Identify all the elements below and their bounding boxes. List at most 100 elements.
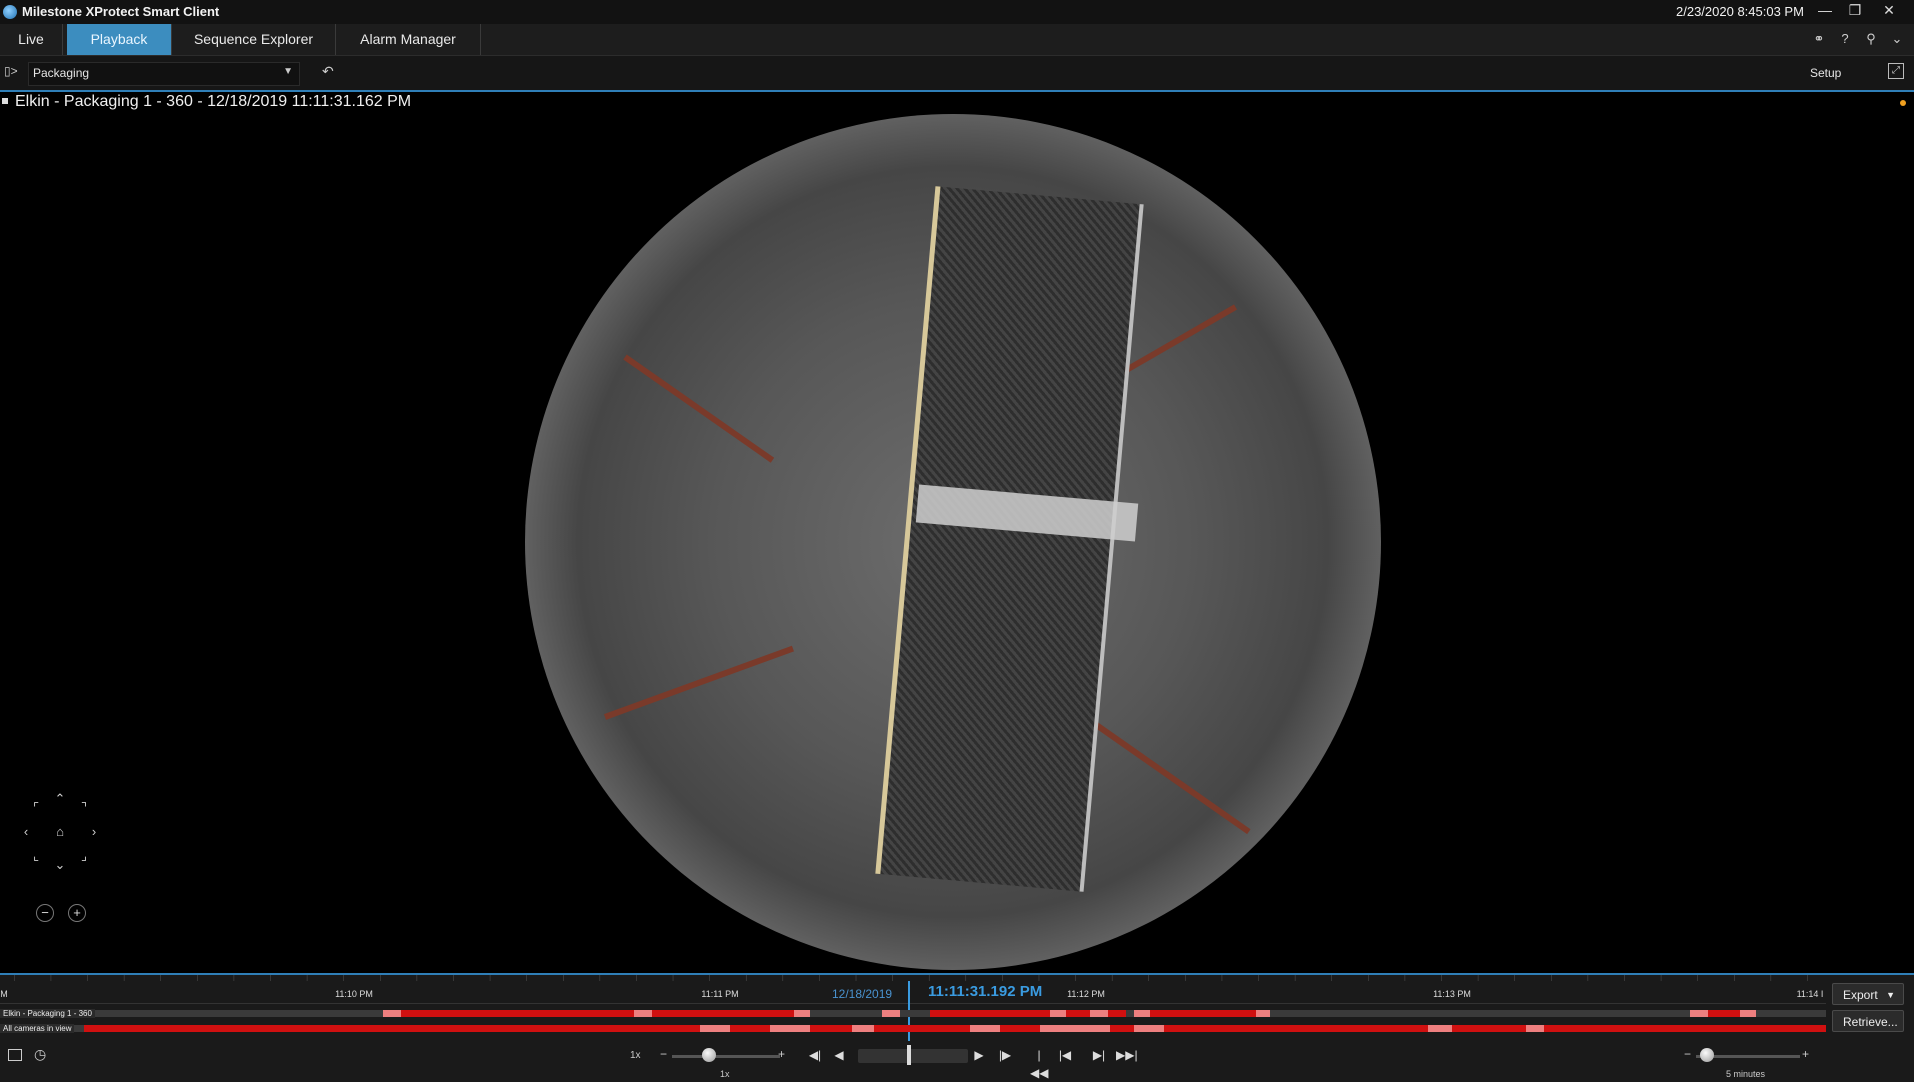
first-sequence-icon[interactable]: |◀◀: [1030, 1046, 1048, 1080]
next-frame-icon[interactable]: |▶: [996, 1046, 1014, 1064]
tab-sequence-explorer[interactable]: Sequence Explorer: [172, 24, 336, 55]
recording-segment: [383, 1010, 401, 1017]
speed-label: 1x: [630, 1050, 641, 1061]
timespan-minus-icon[interactable]: −: [1684, 1047, 1691, 1061]
export-label: Export: [1843, 988, 1878, 1002]
rack-beam: [1083, 714, 1251, 835]
play-icon[interactable]: ▶: [970, 1046, 988, 1064]
app-title: Milestone XProtect Smart Client: [22, 4, 220, 19]
up-right-icon[interactable]: ⌝: [76, 800, 92, 816]
up-icon[interactable]: ⌃: [52, 791, 68, 807]
app-logo-icon: [3, 5, 17, 19]
tick-label: 11:12 PM: [1067, 989, 1105, 999]
close-button[interactable]: ✕: [1872, 0, 1906, 22]
track-all-cameras[interactable]: All cameras in view: [0, 1024, 1826, 1033]
track-label: All cameras in view: [0, 1024, 75, 1033]
motion-segment: [1708, 1010, 1740, 1017]
camera-indicator-icon: [2, 98, 8, 104]
recording-segment: [634, 1010, 652, 1017]
motion-segment: [84, 1025, 1826, 1032]
restore-button[interactable]: ❐: [1838, 0, 1872, 22]
recording-segment: [770, 1025, 810, 1032]
retrieve-button[interactable]: Retrieve...: [1832, 1010, 1904, 1032]
title-bar: Milestone XProtect Smart Client 2/23/202…: [0, 0, 1914, 24]
right-icon[interactable]: ›: [86, 824, 102, 840]
next-sequence-icon[interactable]: ▶|: [1090, 1046, 1108, 1064]
recording-segment: [1740, 1010, 1756, 1017]
down-icon[interactable]: ⌄: [52, 857, 68, 873]
timespan-label: 5 minutes: [1726, 1069, 1766, 1079]
tick-label: 11:14 I: [1796, 989, 1824, 999]
recording-segment: [970, 1025, 1000, 1032]
undo-view-icon[interactable]: ↶: [322, 63, 334, 80]
speed-minus-icon[interactable]: −: [660, 1047, 667, 1061]
motion-segment: [652, 1010, 794, 1017]
left-icon[interactable]: ‹: [18, 824, 34, 840]
recording-segment: [852, 1025, 874, 1032]
track-camera[interactable]: Elkin - Packaging 1 - 360: [0, 1009, 1826, 1018]
timeline-current-date: 12/18/2019: [832, 987, 893, 1001]
recording-segment: [1050, 1010, 1066, 1017]
timeline-ruler[interactable]: [0, 975, 1826, 1004]
tab-alarm-manager[interactable]: Alarm Manager: [336, 24, 481, 55]
dropdown-caret-icon: ▼: [283, 66, 293, 77]
dropdown-caret-icon: ▼: [1886, 990, 1895, 1000]
timeline-current-time: 11:11:31.192 PM: [928, 983, 1043, 1000]
track-label: Elkin - Packaging 1 - 360: [0, 1009, 95, 1018]
snapshot-icon[interactable]: [8, 1049, 22, 1061]
recording-segment: [882, 1010, 900, 1017]
conveyor-belt: [875, 186, 1144, 892]
jog-shuttle-handle[interactable]: [907, 1045, 911, 1065]
recording-segment: [1690, 1010, 1708, 1017]
network-icon[interactable]: ⚭: [1810, 30, 1828, 48]
fullscreen-icon[interactable]: ⤢: [1888, 63, 1904, 79]
rack-beam: [603, 645, 794, 720]
view-select[interactable]: Packaging ▼: [28, 62, 300, 86]
tab-live[interactable]: Live: [0, 24, 63, 55]
recording-segment: [1526, 1025, 1544, 1032]
last-sequence-icon[interactable]: ▶▶|: [1116, 1046, 1138, 1064]
pin-icon[interactable]: ⚲: [1862, 30, 1880, 48]
recording-segment: [1134, 1025, 1164, 1032]
tick-label: 11:13 PM: [1433, 989, 1471, 999]
timespan-plus-icon[interactable]: +: [1802, 1047, 1809, 1061]
recording-segment: [1428, 1025, 1452, 1032]
clock-icon[interactable]: ◷: [34, 1046, 46, 1063]
recording-segment: [700, 1025, 730, 1032]
setup-button[interactable]: Setup: [1810, 66, 1841, 80]
recording-segment: [1040, 1025, 1110, 1032]
previous-frame-icon[interactable]: ◀|: [806, 1046, 824, 1064]
export-button[interactable]: Export ▼: [1832, 983, 1904, 1005]
recording-segment: [1134, 1010, 1150, 1017]
home-icon[interactable]: ⌂: [52, 824, 68, 840]
zoom-out-button[interactable]: −: [36, 904, 54, 922]
chevron-down-icon[interactable]: ⌄: [1888, 30, 1906, 48]
speed-plus-icon[interactable]: +: [778, 1047, 785, 1061]
jog-shuttle[interactable]: [858, 1049, 968, 1063]
timespan-knob[interactable]: [1700, 1048, 1714, 1062]
recording-indicator-icon: [1900, 100, 1906, 106]
motion-segment: [1150, 1010, 1256, 1017]
tick-label: 11:10 PM: [335, 989, 373, 999]
previous-sequence-icon[interactable]: |◀: [1056, 1046, 1074, 1064]
view-toolbar: ▯> Packaging ▼ ↶ Setup ⤢: [0, 56, 1914, 92]
down-right-icon[interactable]: ⌟: [76, 848, 92, 864]
zoom-in-button[interactable]: +: [68, 904, 86, 922]
main-tab-bar: Live Playback Sequence Explorer Alarm Ma…: [0, 24, 1914, 56]
tab-playback[interactable]: Playback: [67, 24, 172, 55]
help-icon[interactable]: ?: [1836, 30, 1854, 48]
playback-speed-slider[interactable]: [672, 1055, 780, 1058]
camera-title: Elkin - Packaging 1 - 360 - 12/18/2019 1…: [15, 93, 412, 110]
minimize-button[interactable]: —: [1808, 0, 1842, 22]
motion-segment: [930, 1010, 1050, 1017]
camera-view[interactable]: Elkin - Packaging 1 - 360 - 12/18/2019 1…: [0, 92, 1914, 973]
recording-segment: [1256, 1010, 1270, 1017]
up-left-icon[interactable]: ⌜: [28, 800, 44, 816]
playback-speed-knob[interactable]: [702, 1048, 716, 1062]
fisheye-video-image[interactable]: [525, 114, 1381, 970]
recording-segment: [794, 1010, 810, 1017]
rack-beam: [623, 354, 775, 463]
down-left-icon[interactable]: ⌞: [28, 848, 44, 864]
reverse-play-icon[interactable]: ◀: [830, 1046, 848, 1064]
collapse-pane-icon[interactable]: ▯>: [4, 64, 18, 78]
